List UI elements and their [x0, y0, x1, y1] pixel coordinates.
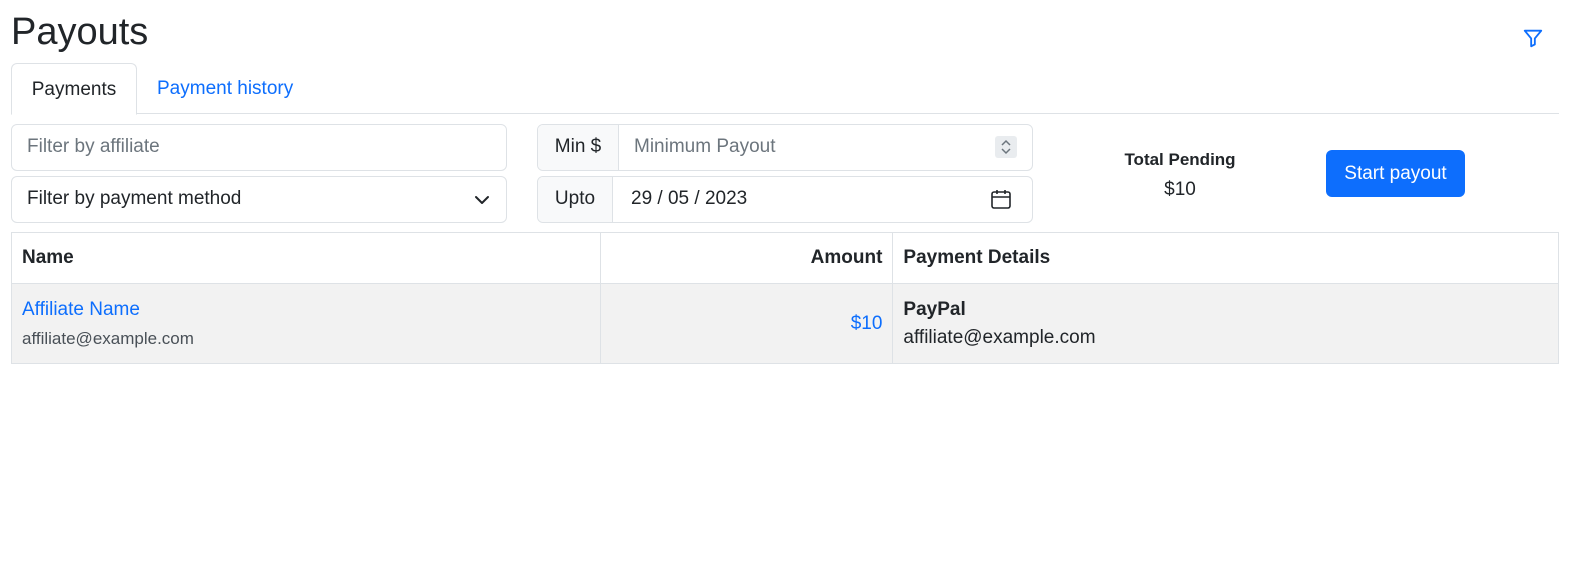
details-column-header: Payment Details [892, 232, 1559, 284]
chevron-down-icon [475, 196, 489, 204]
affiliate-filter-placeholder: Filter by affiliate [27, 136, 160, 157]
affiliate-name-link[interactable]: Affiliate Name [22, 299, 590, 321]
tab-bar: Payments Payment history [11, 63, 1559, 115]
payments-table: Name Amount Payment Details Affiliate Na… [11, 232, 1559, 364]
total-pending-value: $10 [1164, 179, 1196, 200]
upto-date-value: 29 / 05 / 2023 [631, 188, 748, 209]
upto-addon: Upto [538, 177, 613, 222]
start-payout-button[interactable]: Start payout [1326, 150, 1465, 197]
amount-cell: $10 [599, 283, 894, 364]
payment-details-cell: PayPal affiliate@example.com [892, 283, 1559, 364]
affiliate-filter-input[interactable]: Filter by affiliate [11, 124, 507, 171]
amount-link[interactable]: $10 [851, 313, 883, 334]
tab-payments[interactable]: Payments [11, 63, 137, 115]
upto-date-group: Upto 29 / 05 / 2023 [537, 176, 1033, 223]
table-row: Affiliate Name affiliate@example.com $10… [11, 283, 1559, 364]
tab-payment-history[interactable]: Payment history [137, 63, 313, 115]
name-cell: Affiliate Name affiliate@example.com [11, 283, 601, 364]
payment-method-value: Filter by payment method [27, 188, 242, 209]
affiliate-email: affiliate@example.com [22, 328, 194, 348]
page-title: Payouts [11, 11, 149, 53]
min-payout-group: Min $ Minimum Payout [537, 124, 1033, 171]
min-payout-placeholder: Minimum Payout [634, 136, 776, 157]
min-addon: Min $ [538, 125, 619, 170]
name-column-header: Name [11, 232, 601, 284]
funnel-icon[interactable] [1522, 27, 1544, 49]
number-spinner-icon[interactable] [995, 136, 1017, 158]
upto-date-input[interactable]: 29 / 05 / 2023 [613, 177, 1032, 222]
payment-method: PayPal [903, 298, 966, 320]
calendar-icon[interactable] [990, 188, 1012, 210]
payment-method-select[interactable]: Filter by payment method [11, 176, 507, 223]
amount-column-header: Amount [599, 232, 894, 284]
total-pending-label: Total Pending [1124, 150, 1236, 169]
payment-method-detail: affiliate@example.com [903, 326, 1096, 348]
min-payout-input[interactable]: Minimum Payout [619, 125, 1032, 170]
table-header-row: Name Amount Payment Details [11, 232, 1559, 284]
